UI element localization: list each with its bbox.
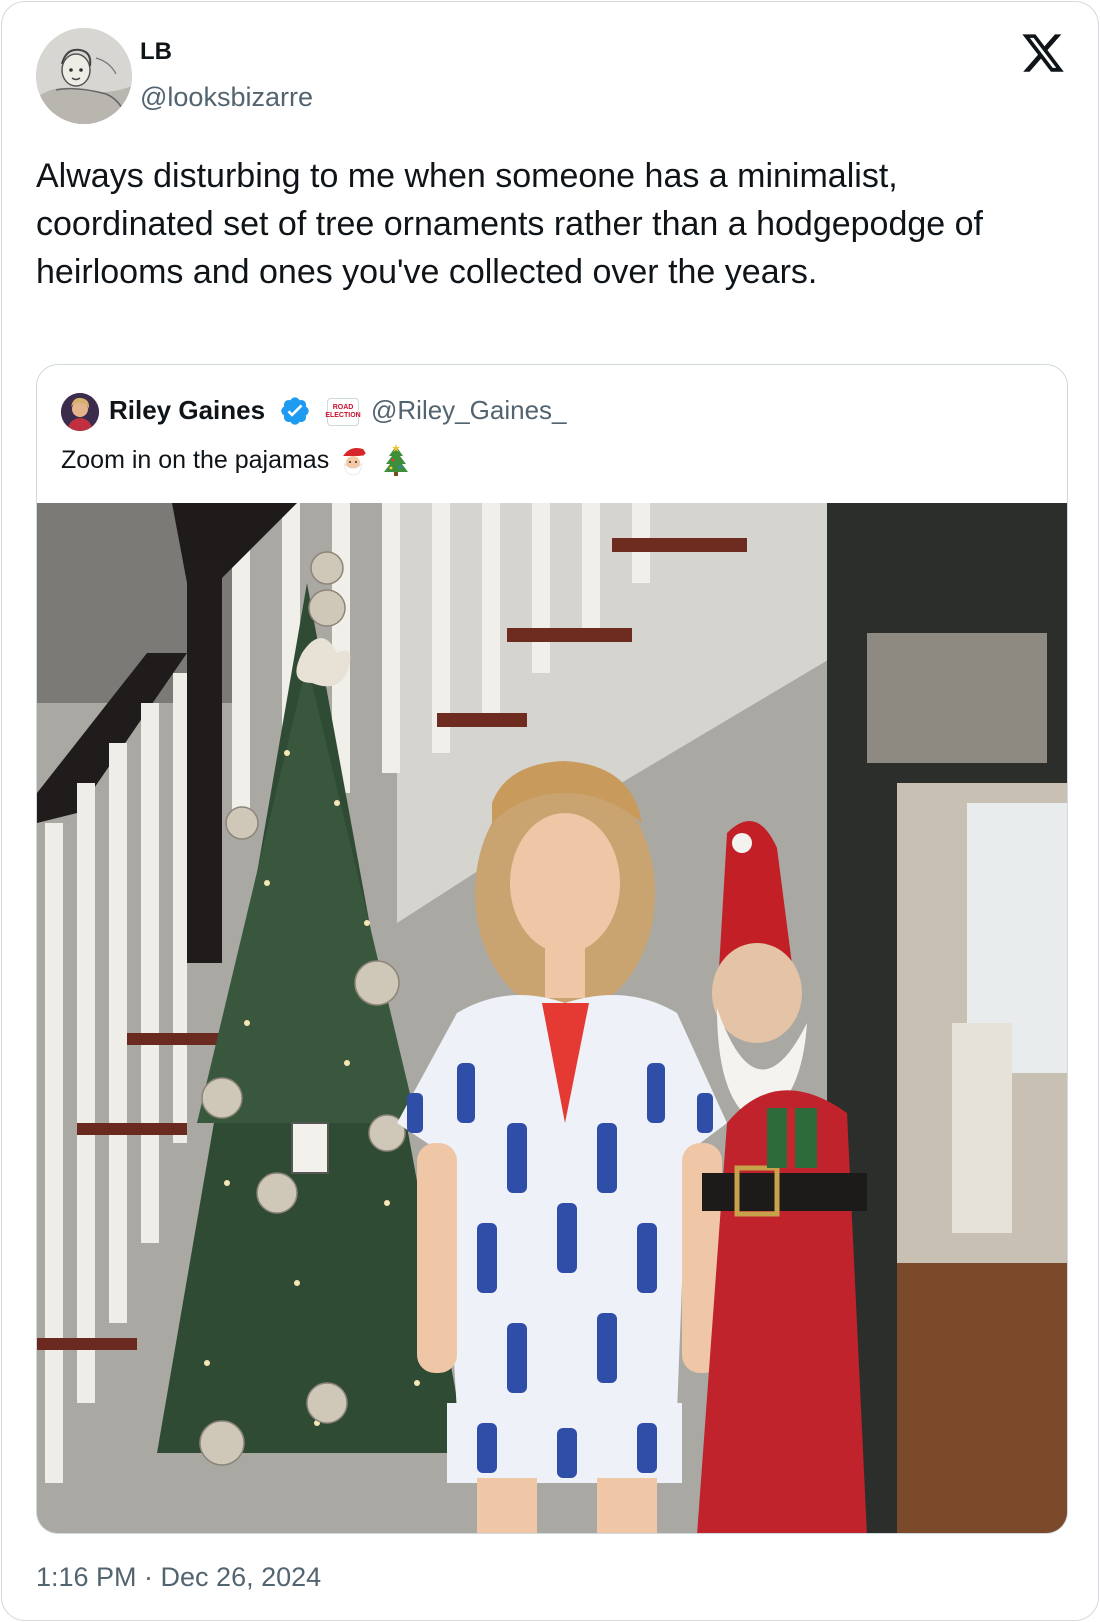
quoted-text-row: Zoom in on the pajamas: [61, 443, 413, 477]
tweet-timestamp[interactable]: 1:16 PM · Dec 26, 2024: [36, 1562, 321, 1593]
author-avatar[interactable]: [36, 28, 132, 124]
x-logo-icon[interactable]: [1020, 30, 1066, 76]
tweet-text: Always disturbing to me when someone has…: [36, 157, 983, 291]
affiliate-badge[interactable]: ROAD ELECTION: [325, 398, 361, 426]
tweet-card: LB @looksbizarre Always disturbing to me…: [1, 1, 1099, 1621]
author-display-name[interactable]: LB: [140, 38, 172, 66]
christmas-tree-emoji-icon: [379, 443, 413, 477]
quoted-handle[interactable]: @Riley_Gaines_: [371, 395, 566, 426]
quoted-display-name[interactable]: Riley Gaines: [109, 395, 265, 426]
quoted-author-avatar[interactable]: [61, 393, 99, 431]
verified-badge-icon: [279, 395, 311, 427]
quoted-tweet[interactable]: Riley Gaines ROAD ELECTION @Riley_Gaines…: [36, 364, 1068, 1534]
quoted-photo[interactable]: [37, 503, 1067, 1533]
quoted-text: Zoom in on the pajamas: [61, 445, 330, 474]
author-handle[interactable]: @looksbizarre: [140, 82, 313, 113]
santa-emoji-icon: [337, 443, 371, 477]
